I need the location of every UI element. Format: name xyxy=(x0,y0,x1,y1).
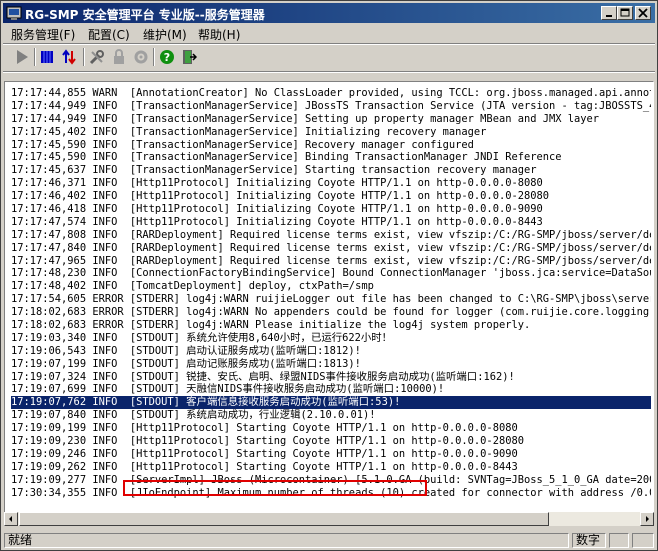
toolbar-separator xyxy=(153,48,155,66)
log-line[interactable]: 17:19:03,340 INFO [STDOUT] 系统允许使用8,640小时… xyxy=(11,332,651,345)
status-cell-empty xyxy=(632,533,654,548)
restart-button[interactable] xyxy=(59,47,79,67)
log-line[interactable]: 17:17:45,590 INFO [TransactionManagerSer… xyxy=(11,139,651,152)
minimize-button[interactable] xyxy=(601,6,617,20)
menu-service[interactable]: 服务管理(F) xyxy=(11,26,75,43)
help-icon: ? xyxy=(160,50,174,64)
log-line[interactable]: 17:17:47,965 INFO [RARDeployment] Requir… xyxy=(11,255,651,268)
log-line[interactable]: 17:19:07,762 INFO [STDOUT] 客户端信息接收服务启动成功… xyxy=(11,396,651,410)
maximize-icon xyxy=(620,8,630,17)
minimize-icon xyxy=(606,15,612,17)
log-line[interactable]: 17:19:09,199 INFO [Http11Protocol] Start… xyxy=(11,422,651,435)
main-window: RG-SMP 安全管理平台 专业版--服务管理器 服务管理(F) 配置(C) 维… xyxy=(0,0,658,551)
maximize-button[interactable] xyxy=(617,6,633,20)
log-line[interactable]: 17:17:45,402 INFO [TransactionManagerSer… xyxy=(11,126,651,139)
log-line[interactable]: 17:17:47,840 INFO [RARDeployment] Requir… xyxy=(11,242,651,255)
menu-help[interactable]: 帮助(H) xyxy=(198,26,240,43)
log-line[interactable]: 17:17:54,605 ERROR [STDERR] log4j:WARN r… xyxy=(11,293,651,306)
arrow-right-icon xyxy=(646,516,649,522)
svg-text:?: ? xyxy=(164,51,170,64)
start-icon xyxy=(17,50,28,64)
lock-icon xyxy=(114,49,124,64)
stop-button[interactable] xyxy=(37,47,57,67)
exit-icon xyxy=(183,50,197,64)
log-line[interactable]: 17:17:44,949 INFO [TransactionManagerSer… xyxy=(11,100,651,113)
log-line[interactable]: 17:17:46,371 INFO [Http11Protocol] Initi… xyxy=(11,177,651,190)
horizontal-scrollbar[interactable] xyxy=(4,512,654,526)
log-line[interactable]: 17:17:46,402 INFO [Http11Protocol] Initi… xyxy=(11,190,651,203)
log-line[interactable]: 17:19:07,699 INFO [STDOUT] 天融信NIDS事件接收服务… xyxy=(11,383,651,396)
log-line[interactable]: 17:18:02,683 ERROR [STDERR] log4j:WARN P… xyxy=(11,319,651,332)
start-button[interactable] xyxy=(12,47,32,67)
scroll-right-button[interactable] xyxy=(640,512,654,526)
lock-button[interactable] xyxy=(109,47,129,67)
scroll-left-button[interactable] xyxy=(4,512,18,526)
log-line[interactable]: 17:19:07,199 INFO [STDOUT] 启动记账服务成功(监听端口… xyxy=(11,358,651,371)
log-line[interactable]: 17:19:09,246 INFO [Http11Protocol] Start… xyxy=(11,448,651,461)
log-line[interactable]: 17:17:46,418 INFO [Http11Protocol] Initi… xyxy=(11,203,651,216)
tools-button[interactable] xyxy=(87,47,107,67)
log-line[interactable]: 17:19:07,840 INFO [STDOUT] 系统启动成功，行业逻辑(2… xyxy=(11,409,651,422)
status-bar: 就绪 数字 xyxy=(3,532,655,549)
menu-bar: 服务管理(F) 配置(C) 维护(M) 帮助(H) xyxy=(3,24,655,43)
menu-maintain[interactable]: 维护(M) xyxy=(143,26,187,43)
log-line[interactable]: 17:17:44,855 WARN [AnnotationCreator] No… xyxy=(11,87,651,100)
log-line[interactable]: 17:17:45,637 INFO [TransactionManagerSer… xyxy=(11,164,651,177)
log-line[interactable]: 17:17:48,402 INFO [TomcatDeployment] dep… xyxy=(11,280,651,293)
log-line[interactable]: 17:19:09,277 INFO [ServerImpl] JBoss (Mi… xyxy=(11,474,651,487)
status-text: 就绪 xyxy=(4,533,569,548)
arrow-left-icon xyxy=(9,516,12,522)
log-line[interactable]: 17:17:47,808 INFO [RARDeployment] Requir… xyxy=(11,229,651,242)
restart-icon xyxy=(62,49,76,65)
log-line[interactable]: 17:19:07,324 INFO [STDOUT] 锐捷、安氏、启明、绿盟NI… xyxy=(11,371,651,384)
log-line[interactable]: 17:17:47,574 INFO [Http11Protocol] Initi… xyxy=(11,216,651,229)
toolbar-separator xyxy=(83,48,85,66)
status-cell-empty xyxy=(609,533,629,548)
tools-icon xyxy=(89,50,104,65)
log-line[interactable]: 17:18:02,683 ERROR [STDERR] log4j:WARN N… xyxy=(11,306,651,319)
scroll-thumb[interactable] xyxy=(19,512,549,526)
close-button[interactable] xyxy=(635,6,651,20)
title-bar[interactable]: RG-SMP 安全管理平台 专业版--服务管理器 xyxy=(3,3,655,23)
log-line[interactable]: 17:19:06,543 INFO [STDOUT] 启动认证服务成功(监听端口… xyxy=(11,345,651,358)
window-title: RG-SMP 安全管理平台 专业版--服务管理器 xyxy=(25,8,265,22)
log-line[interactable]: 17:19:09,230 INFO [Http11Protocol] Start… xyxy=(11,435,651,448)
stop-icon xyxy=(41,51,53,63)
menu-config[interactable]: 配置(C) xyxy=(88,26,130,43)
log-pane[interactable]: 17:17:44,855 WARN [AnnotationCreator] No… xyxy=(4,81,654,526)
toolbar-separator-line xyxy=(3,71,655,73)
close-icon xyxy=(638,8,648,18)
log-line[interactable]: 17:17:45,590 INFO [TransactionManagerSer… xyxy=(11,151,651,164)
exit-button[interactable] xyxy=(179,47,199,67)
help-button[interactable]: ? xyxy=(157,47,177,67)
toolbar-separator xyxy=(34,48,36,66)
log-line[interactable]: 17:30:34,355 INFO [JIoEndpoint] Maximum … xyxy=(11,487,651,500)
log-lines: 17:17:44,855 WARN [AnnotationCreator] No… xyxy=(11,87,651,500)
log-line[interactable]: 17:17:48,230 INFO [ConnectionFactoryBind… xyxy=(11,267,651,280)
settings-icon xyxy=(134,50,148,64)
app-icon xyxy=(6,5,22,21)
toolbar: ? xyxy=(3,45,655,69)
log-line[interactable]: 17:17:44,949 INFO [TransactionManagerSer… xyxy=(11,113,651,126)
num-lock-indicator: 数字 xyxy=(572,533,606,548)
log-line[interactable]: 17:19:09,262 INFO [Http11Protocol] Start… xyxy=(11,461,651,474)
settings-button[interactable] xyxy=(131,47,151,67)
